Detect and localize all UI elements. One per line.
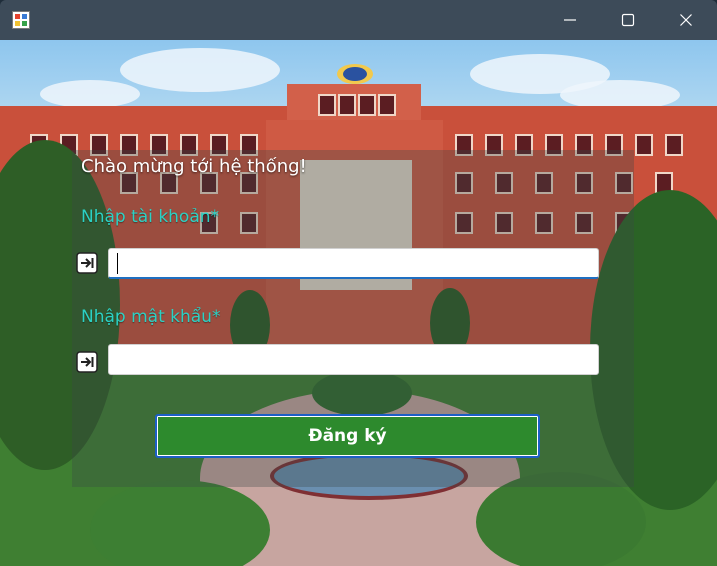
login-arrow-icon [76, 351, 98, 373]
text-caret [117, 253, 118, 274]
welcome-heading: Chào mừng tới hệ thống! [81, 156, 307, 177]
maximize-icon [621, 13, 635, 27]
username-label: Nhập tài khoản* [81, 207, 220, 227]
title-bar[interactable] [0, 0, 717, 40]
app-icon [12, 11, 30, 29]
register-button[interactable]: Đăng ký [155, 414, 540, 458]
minimize-button[interactable] [541, 0, 599, 40]
app-window: Chào mừng tới hệ thống! Nhập tài khoản* … [0, 0, 717, 566]
maximize-button[interactable] [599, 0, 657, 40]
minimize-icon [564, 19, 576, 21]
close-button[interactable] [657, 0, 715, 40]
school-logo [337, 64, 373, 84]
password-label: Nhập mật khẩu* [81, 307, 221, 327]
password-input[interactable] [108, 344, 599, 375]
username-input[interactable] [108, 248, 599, 279]
close-icon [680, 14, 692, 26]
login-arrow-icon [76, 252, 98, 274]
